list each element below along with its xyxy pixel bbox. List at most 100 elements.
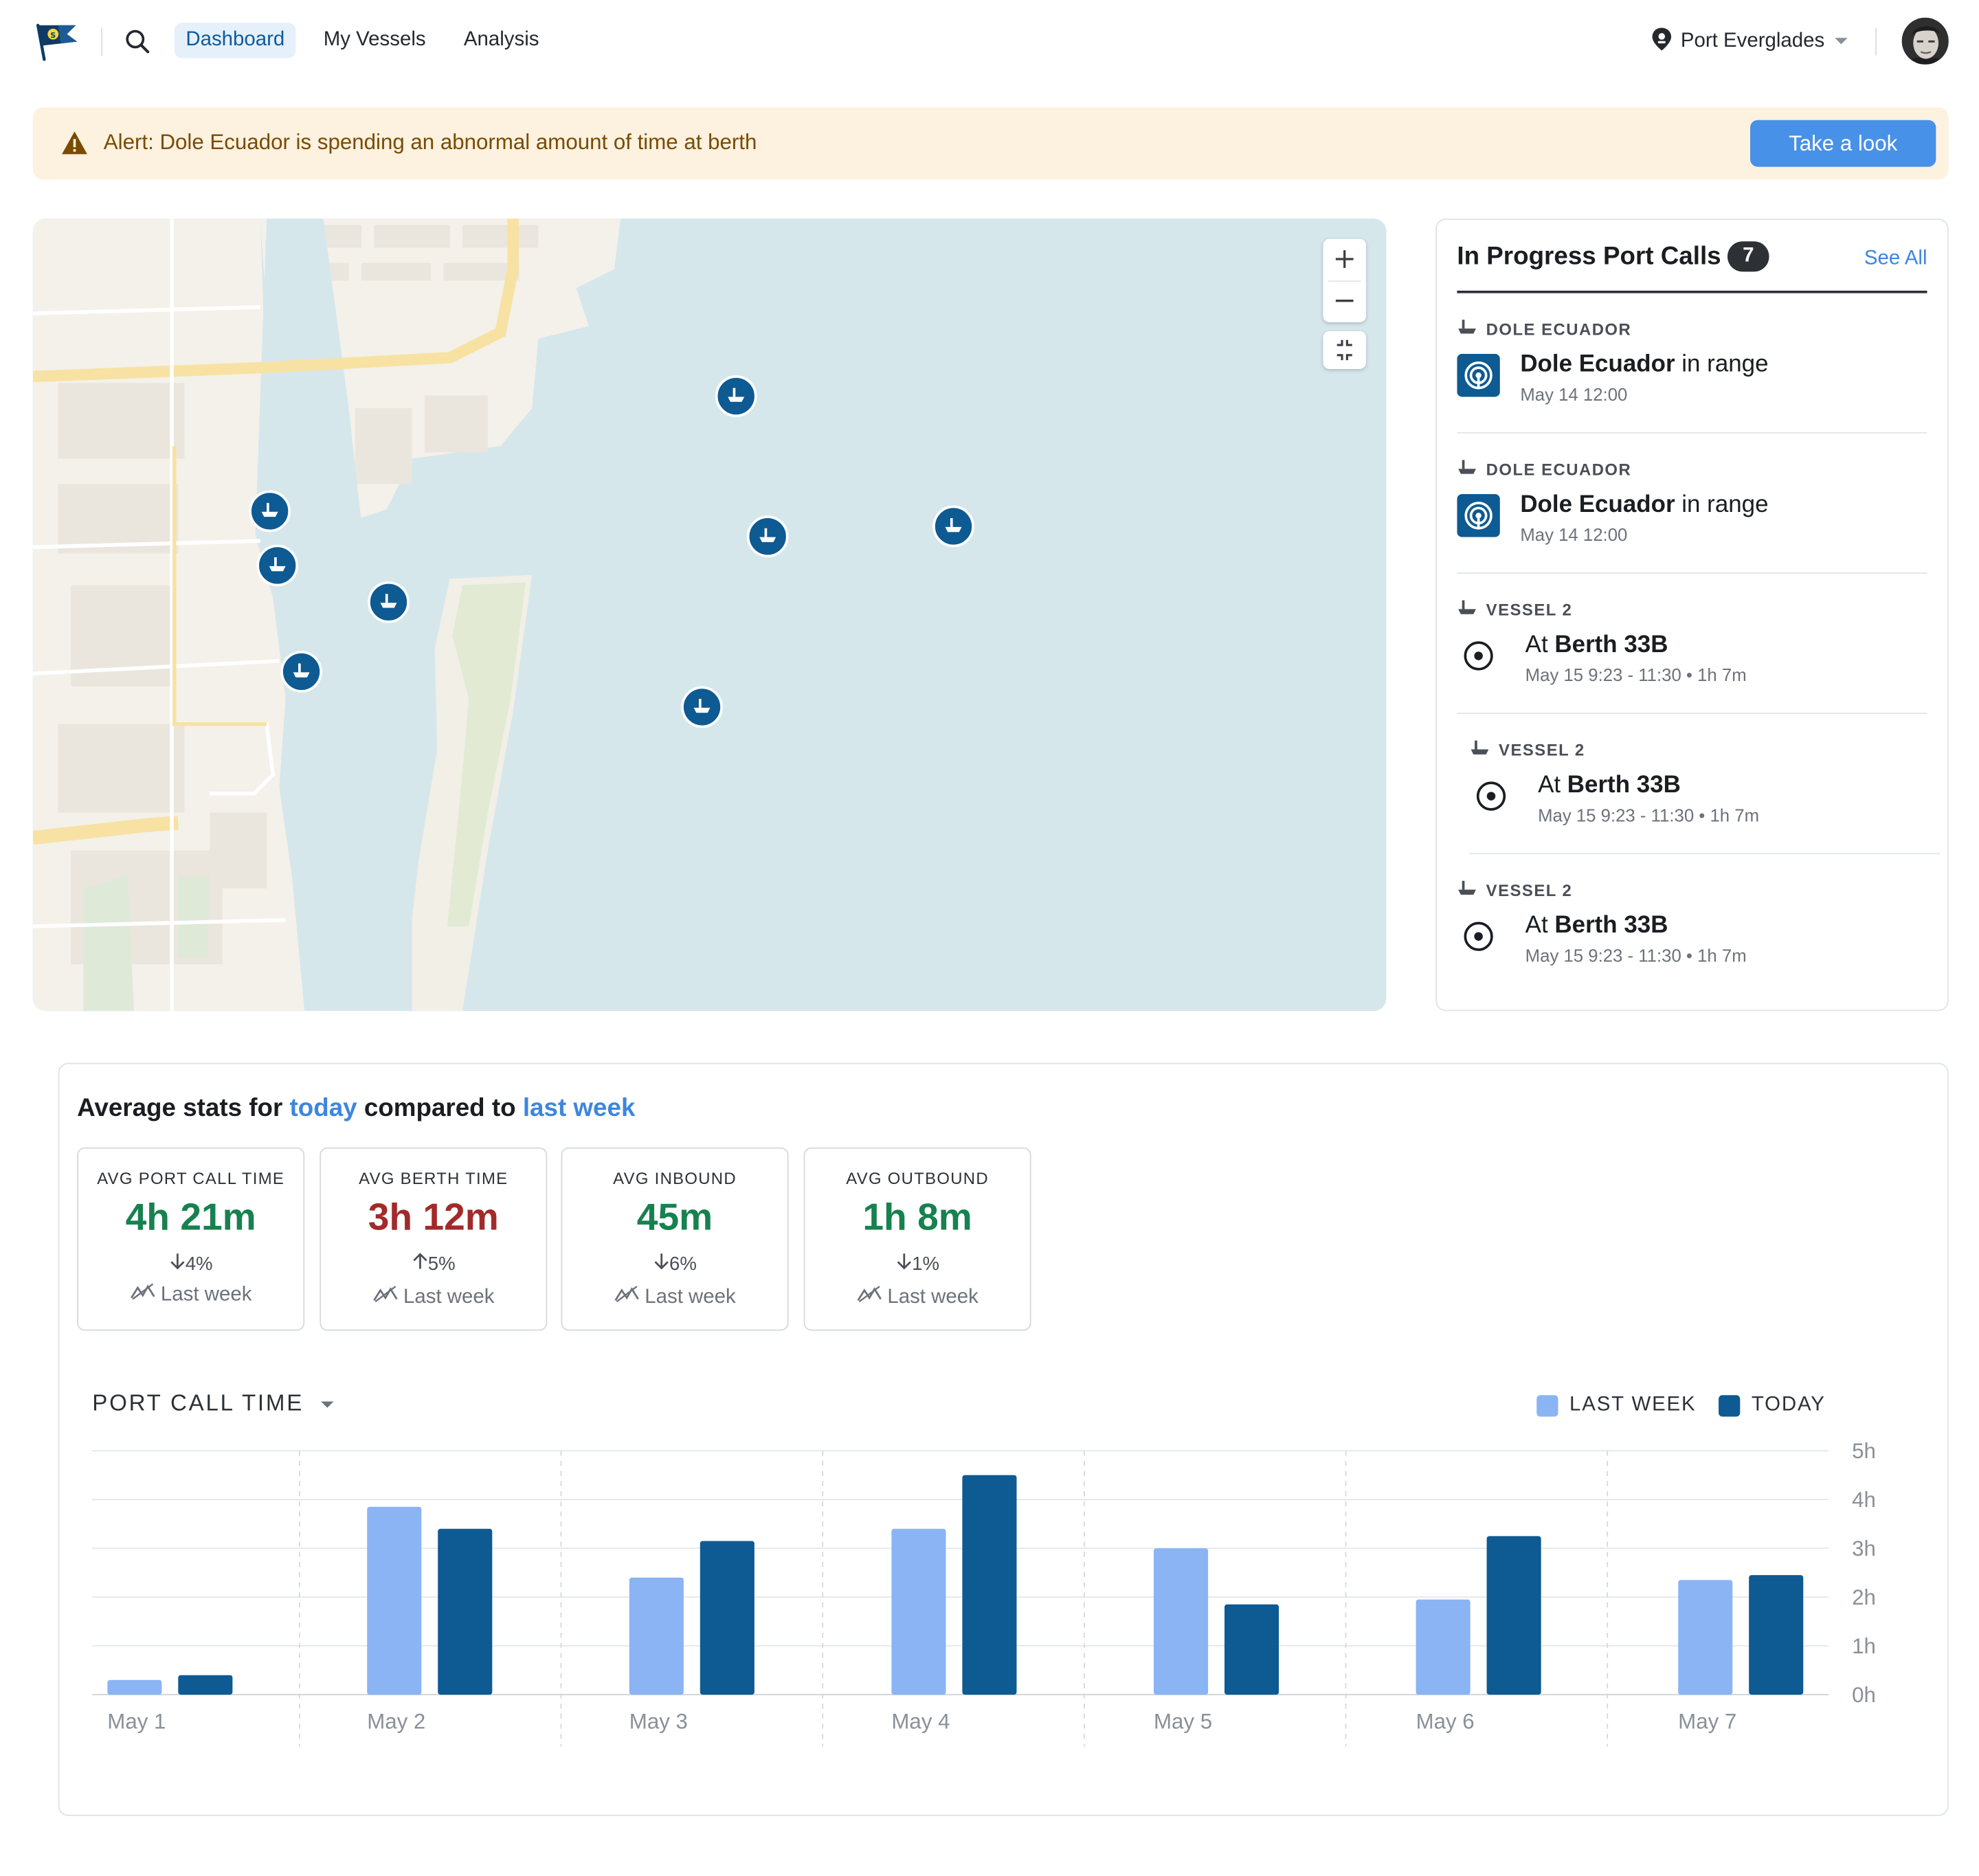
last-week-period-link[interactable]: last week — [523, 1095, 636, 1122]
radar-range-icon — [1457, 353, 1500, 397]
radar-range-icon — [1457, 494, 1500, 537]
svg-text:S: S — [50, 31, 56, 40]
bar-today[interactable] — [962, 1475, 1017, 1695]
kpi-delta: 5% — [321, 1252, 546, 1275]
see-all-link[interactable]: See All — [1864, 247, 1927, 270]
zoom-out-button[interactable] — [1323, 280, 1366, 322]
ship-icon — [293, 663, 310, 678]
port-call-time: May 15 9:23 - 11:30 • 1h 7m — [1538, 805, 1760, 825]
port-call-headline: At Berth 33B — [1525, 632, 1668, 660]
bar-today[interactable] — [1224, 1604, 1279, 1695]
bar-last-week[interactable] — [891, 1528, 946, 1695]
bar-today[interactable] — [178, 1675, 233, 1695]
legend-item-today: TODAY — [1719, 1394, 1826, 1416]
port-call-vessel: VESSEL 2 — [1486, 880, 1573, 900]
port-call-item[interactable]: DOLE ECUADOR Dole Ecuador in range May 14 … — [1457, 434, 1927, 574]
bar-last-week[interactable] — [1416, 1599, 1471, 1695]
kpi-compare: Last week — [805, 1285, 1029, 1309]
today-period-link[interactable]: today — [290, 1095, 357, 1122]
port-call-vessel-label: VESSEL 2 — [1457, 880, 1572, 901]
vessel-marker[interactable] — [368, 581, 410, 623]
port-call-item[interactable]: DOLE ECUADOR Dole Ecuador in range May 14 … — [1457, 293, 1927, 434]
chart-metric-selector[interactable]: PORT CALL TIME — [92, 1390, 337, 1417]
bar-today[interactable] — [438, 1528, 493, 1695]
port-call-time: May 14 12:00 — [1520, 384, 1628, 405]
zoom-in-button[interactable] — [1323, 239, 1366, 281]
port-call-vessel: VESSEL 2 — [1499, 740, 1585, 760]
bar-today[interactable] — [1749, 1575, 1804, 1695]
kpi-delta-value: 6% — [669, 1253, 697, 1275]
port-call-time: May 14 12:00 — [1520, 524, 1628, 545]
legend-item-last-week: LAST WEEK — [1536, 1394, 1696, 1416]
vessel-marker[interactable] — [715, 375, 757, 417]
port-call-item[interactable]: VESSEL 2 At Berth 33B May 15 9:23 - 11:30 … — [1457, 854, 1927, 994]
bar-today[interactable] — [1486, 1536, 1541, 1695]
top-nav: S Dashboard My Vessels Analysis Port Eve… — [0, 0, 1979, 83]
bar-today[interactable] — [700, 1541, 754, 1695]
port-call-time: May 15 9:23 - 11:30 • 1h 7m — [1525, 945, 1747, 965]
nav-link-my-vessels[interactable]: My Vessels — [312, 23, 437, 58]
port-map[interactable] — [32, 219, 1387, 1012]
port-call-berth: Berth 33B — [1554, 632, 1668, 659]
bar-last-week[interactable] — [629, 1577, 684, 1695]
map-base-layer — [32, 219, 1387, 1012]
collapse-icon[interactable] — [1323, 331, 1366, 369]
vessel-marker[interactable] — [280, 651, 322, 693]
nav-link-analysis[interactable]: Analysis — [452, 23, 550, 58]
vessel-marker[interactable] — [746, 515, 789, 557]
kpi-card: AVG PORT CALL TIME 4h 21m 4% Last week — [77, 1147, 305, 1331]
kpi-compare: Last week — [78, 1283, 303, 1307]
port-call-berth: Berth 33B — [1567, 772, 1681, 799]
location-pin-icon — [1651, 26, 1673, 58]
zoom-controls — [1323, 238, 1366, 322]
port-call-item[interactable]: VESSEL 2 At Berth 33B May 15 9:23 - 11:30 … — [1469, 714, 1940, 855]
ship-icon — [728, 388, 745, 402]
vessel-marker[interactable] — [249, 490, 291, 533]
x-tick-label: May 6 — [1416, 1710, 1475, 1734]
y-tick-label: 4h — [1852, 1488, 1876, 1512]
search-icon[interactable] — [124, 27, 151, 55]
port-call-headline: At Berth 33B — [1538, 772, 1681, 800]
vessel-marker[interactable] — [681, 686, 723, 728]
ship-icon — [269, 557, 286, 572]
kpi-label: AVG PORT CALL TIME — [97, 1169, 285, 1188]
port-calls-count-badge: 7 — [1727, 241, 1769, 272]
port-call-berth: Berth 33B — [1554, 912, 1668, 939]
ship-icon — [759, 528, 776, 542]
trend-compare-icon — [372, 1286, 398, 1308]
bar-last-week[interactable] — [1154, 1548, 1209, 1695]
ship-icon — [1457, 880, 1477, 901]
caret-down-icon — [1832, 30, 1850, 53]
arrow-up-icon — [412, 1253, 428, 1275]
vessel-marker[interactable] — [932, 505, 974, 548]
kpi-delta-value: 4% — [185, 1253, 213, 1275]
nav-link-dashboard[interactable]: Dashboard — [174, 23, 296, 58]
berth-target-icon — [1457, 915, 1500, 958]
kpi-compare-label: Last week — [403, 1286, 495, 1308]
bar-last-week[interactable] — [107, 1679, 162, 1695]
trend-compare-icon — [130, 1283, 155, 1305]
flag-logo-icon[interactable]: S — [33, 20, 81, 63]
kpi-card: AVG OUTBOUND 1h 8m 1% Last week — [803, 1147, 1031, 1331]
port-selector-label: Port Everglades — [1680, 30, 1825, 52]
ship-icon — [380, 594, 397, 608]
legend-swatch-today — [1719, 1394, 1741, 1416]
stats-title-middle: compared to — [364, 1094, 516, 1123]
bar-last-week[interactable] — [1678, 1580, 1733, 1695]
nav-divider — [101, 27, 102, 56]
port-selector[interactable]: Port Everglades — [1651, 24, 1850, 59]
x-tick-label: May 7 — [1678, 1710, 1736, 1734]
port-call-prefix: At — [1538, 772, 1561, 799]
bar-last-week[interactable] — [367, 1506, 422, 1695]
trend-compare-icon — [856, 1286, 882, 1308]
port-call-vessel: VESSEL 2 — [1486, 600, 1573, 620]
ship-icon — [1457, 599, 1477, 621]
port-call-item[interactable]: VESSEL 2 At Berth 33B May 15 9:23 - 11:30 … — [1457, 574, 1927, 715]
vessel-marker[interactable] — [256, 544, 299, 587]
kpi-card: AVG INBOUND 45m 6% Last week — [561, 1147, 789, 1331]
y-tick-label: 1h — [1852, 1634, 1876, 1658]
port-call-vessel: DOLE ECUADOR — [1486, 320, 1632, 339]
user-avatar[interactable] — [1901, 17, 1949, 65]
kpi-value: 4h 21m — [125, 1196, 256, 1239]
take-a-look-button[interactable]: Take a look — [1750, 120, 1936, 167]
